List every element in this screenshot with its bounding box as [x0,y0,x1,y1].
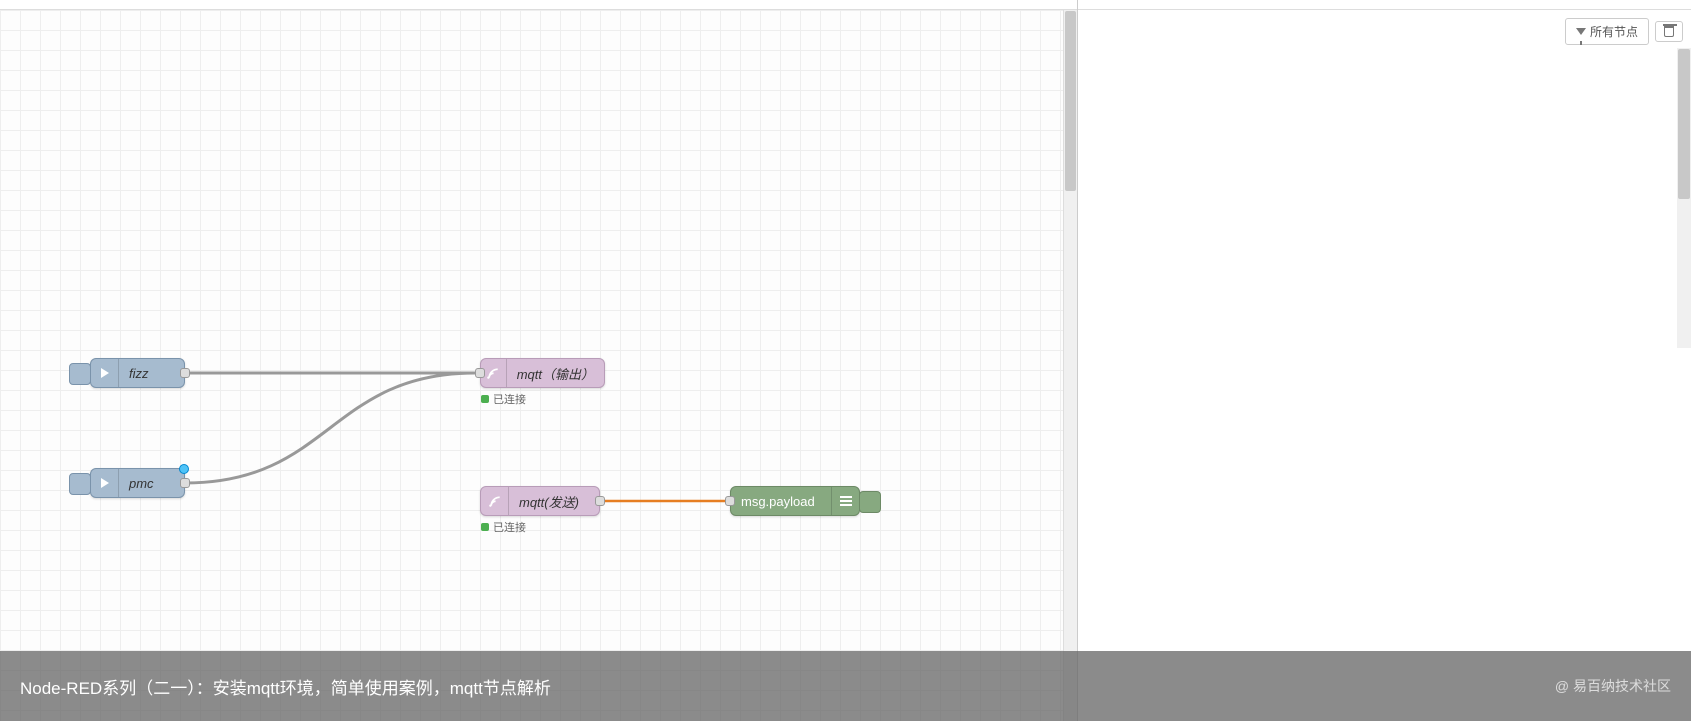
node-inject-fizz[interactable]: fizz [90,358,185,388]
sidebar-header [1078,0,1691,10]
node-inject-pmc[interactable]: pmc [90,468,185,498]
output-port[interactable] [595,496,605,506]
inject-trigger-button[interactable] [69,473,91,495]
output-port[interactable] [180,368,190,378]
node-status: 已连接 [481,519,526,535]
input-port[interactable] [475,368,485,378]
node-debug[interactable]: msg.payload [730,486,860,516]
node-status: 已连接 [481,391,526,407]
node-mqtt-send[interactable]: mqtt(发送) 已连接 [480,486,600,516]
output-port[interactable] [180,478,190,488]
wire-pmc-to-mqtt-out [185,373,475,483]
filter-all-nodes-button[interactable]: 所有节点 [1565,18,1649,45]
debug-icon [831,487,859,515]
inject-icon [91,469,119,497]
scrollbar-thumb[interactable] [1678,49,1690,199]
sidebar-scrollbar[interactable] [1677,48,1691,348]
status-connected-icon [481,395,489,403]
input-port[interactable] [725,496,735,506]
scrollbar-thumb[interactable] [1065,11,1076,191]
status-text: 已连接 [493,519,526,535]
filter-icon [1576,28,1586,35]
trash-icon [1664,26,1674,37]
canvas-scrollbar[interactable] [1063,10,1077,721]
sidebar-panel: 所有节点 [1078,0,1691,721]
node-label: fizz [119,366,184,381]
unsaved-changes-indicator [179,464,189,474]
node-label: mqtt（输出） [507,364,604,383]
canvas-workspace[interactable]: fizz pmc mqtt（输出） 已连接 [0,10,1077,721]
node-label: pmc [119,476,184,491]
filter-label: 所有节点 [1590,23,1638,40]
caption-overlay: Node-RED系列（二一）：安装mqtt环境，简单使用案例，mqtt节点解析 … [0,651,1691,721]
node-label: msg.payload [731,494,831,509]
mqtt-icon [481,487,509,515]
trash-button[interactable] [1655,21,1683,42]
caption-text: Node-RED系列（二一）：安装mqtt环境，简单使用案例，mqtt节点解析 [20,674,551,699]
watermark-text: @ 易百纳技术社区 [1555,676,1671,696]
status-text: 已连接 [493,391,526,407]
status-connected-icon [481,523,489,531]
flow-canvas[interactable]: fizz pmc mqtt（输出） 已连接 [0,0,1078,721]
inject-icon [91,359,119,387]
inject-trigger-button[interactable] [69,363,91,385]
sidebar-toolbar: 所有节点 [1078,10,1691,53]
debug-toggle-button[interactable] [859,491,881,513]
node-label: mqtt(发送) [509,492,599,511]
tab-bar[interactable] [0,0,1077,10]
node-mqtt-out[interactable]: mqtt（输出） 已连接 [480,358,605,388]
